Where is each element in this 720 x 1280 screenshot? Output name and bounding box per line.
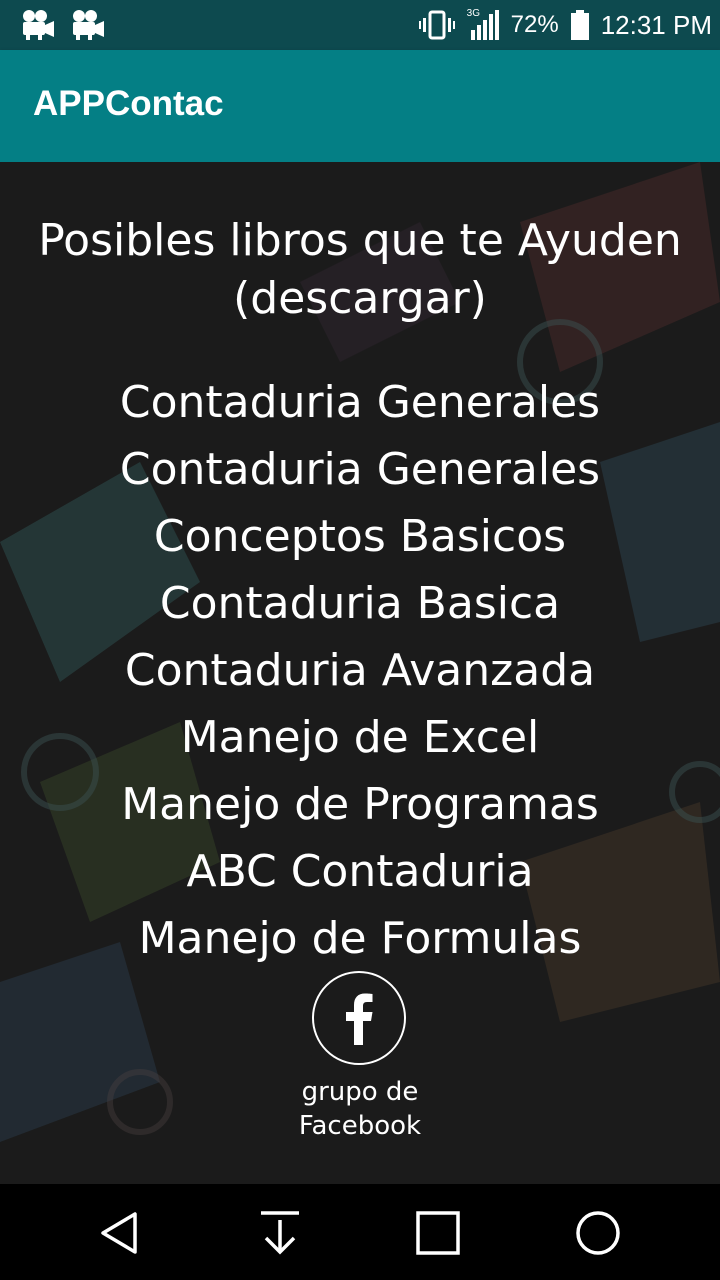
notification-icons xyxy=(20,9,106,41)
video-camera-icon xyxy=(23,10,54,40)
heading-line-1: Posibles libros que te Ayuden xyxy=(38,215,682,266)
book-link[interactable]: Manejo de Programas xyxy=(0,771,720,838)
status-right: 3G 72% 12:31 PM xyxy=(418,0,712,50)
book-link[interactable]: Contaduria Generales xyxy=(0,436,720,503)
facebook-group-button[interactable] xyxy=(312,971,406,1065)
main-content: Posibles libros que te Ayuden (descargar… xyxy=(0,162,720,1184)
home-icon[interactable] xyxy=(573,1208,623,1258)
back-icon[interactable] xyxy=(97,1208,147,1258)
battery-icon xyxy=(570,10,589,40)
clock: 12:31 PM xyxy=(600,9,712,40)
facebook-label-line-2: Facebook xyxy=(298,1111,422,1141)
book-link[interactable]: Contaduria Basica xyxy=(0,570,720,637)
facebook-label-line-1: grupo de xyxy=(301,1077,419,1107)
app-bar: APPContac xyxy=(0,50,720,162)
recents-icon[interactable] xyxy=(413,1208,463,1258)
book-link[interactable]: Manejo de Excel xyxy=(0,704,720,771)
signal-indicator: 3G xyxy=(467,8,499,40)
navigation-bar xyxy=(0,1184,720,1280)
video-camera-icon xyxy=(73,10,104,40)
book-link[interactable]: Contaduria Generales xyxy=(0,369,720,436)
signal-icon xyxy=(470,10,499,40)
app-title: APPContac xyxy=(33,84,224,123)
book-list: Contaduria Generales Contaduria Generale… xyxy=(0,369,720,972)
status-bar: 3G 72% 12:31 PM xyxy=(0,0,720,50)
download-icon[interactable] xyxy=(255,1208,305,1258)
page-heading: Posibles libros que te Ayuden (descargar… xyxy=(0,212,720,328)
heading-line-2: (descargar) xyxy=(233,273,487,324)
battery-percent: 72% xyxy=(510,11,559,38)
book-link[interactable]: Manejo de Formulas xyxy=(0,905,720,972)
facebook-group-label[interactable]: grupo de Facebook xyxy=(0,1075,720,1143)
book-link[interactable]: Contaduria Avanzada xyxy=(0,637,720,704)
book-link[interactable]: ABC Contaduria xyxy=(0,838,720,905)
vibrate-icon xyxy=(418,10,455,40)
book-link[interactable]: Conceptos Basicos xyxy=(0,503,720,570)
facebook-icon xyxy=(346,993,373,1045)
